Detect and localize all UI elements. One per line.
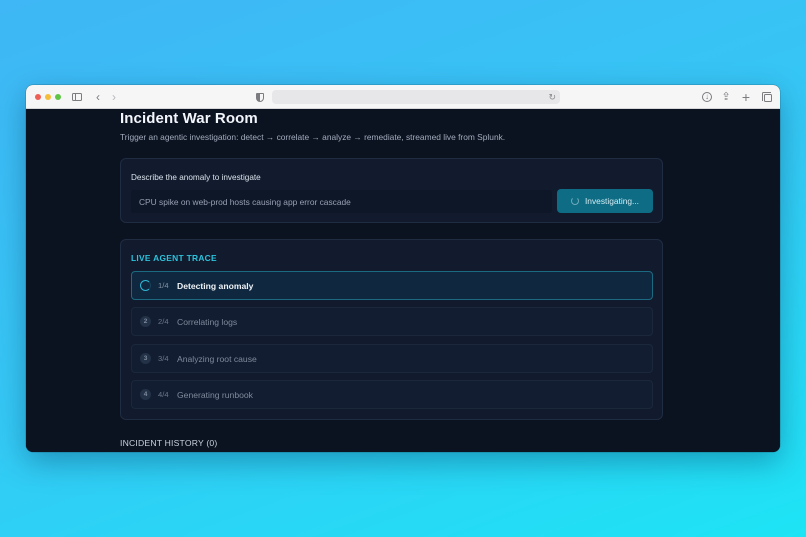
step-count: 4/4 [158,390,169,399]
shield-icon[interactable] [255,90,265,104]
investigate-button-label: Investigating... [584,196,639,206]
step-name: Generating runbook [177,390,253,400]
page-subtitle: Trigger an agentic investigation: detect… [120,132,506,142]
loading-spinner-icon [140,280,151,291]
tabs-icon[interactable] [761,90,773,104]
address-bar[interactable]: ↻ [272,90,560,104]
spinner-icon [570,197,579,205]
step-number-badge: 3 [140,353,151,364]
page-content: Incident War Room Trigger an agentic inv… [26,109,780,452]
step-name: Correlating logs [177,317,238,327]
investigate-button[interactable]: Investigating... [557,189,653,213]
minimize-window-button[interactable] [45,94,51,100]
trace-step-correlate: 2 2/4 Correlating logs [131,307,653,336]
live-agent-trace-card: LIVE AGENT TRACE 1/4 Detecting anomaly 2… [120,239,663,420]
browser-toolbar: ‹ › ↻ ↓ ⇪ + [26,85,780,109]
trace-heading: LIVE AGENT TRACE [131,253,217,263]
zoom-window-button[interactable] [55,94,61,100]
investigation-form-card: Describe the anomaly to investigate Inve… [120,158,663,223]
anomaly-input-label: Describe the anomaly to investigate [131,173,261,182]
step-number-badge: 2 [140,316,151,327]
step-number-badge: 4 [140,389,151,400]
plus-icon[interactable]: + [740,90,752,104]
step-count: 2/4 [158,317,169,326]
close-window-button[interactable] [35,94,41,100]
download-icon[interactable]: ↓ [701,90,713,104]
back-icon[interactable]: ‹ [93,90,103,104]
forward-icon[interactable]: › [109,90,119,104]
step-count: 1/4 [158,281,169,290]
step-count: 3/4 [158,354,169,363]
browser-window: ‹ › ↻ ↓ ⇪ + Incident War Room Trigger an… [26,85,780,452]
step-name: Detecting anomaly [177,281,254,291]
step-name: Analyzing root cause [177,354,257,364]
trace-step-runbook: 4 4/4 Generating runbook [131,380,653,409]
incident-history-heading: INCIDENT HISTORY (0) [120,438,218,448]
trace-step-analyze: 3 3/4 Analyzing root cause [131,344,653,373]
anomaly-input[interactable] [131,190,552,213]
sidebar-icon[interactable] [71,90,83,104]
reload-icon[interactable]: ↻ [548,90,556,104]
trace-step-detect: 1/4 Detecting anomaly [131,271,653,300]
share-icon[interactable]: ⇪ [720,90,732,104]
page-title: Incident War Room [120,110,258,127]
